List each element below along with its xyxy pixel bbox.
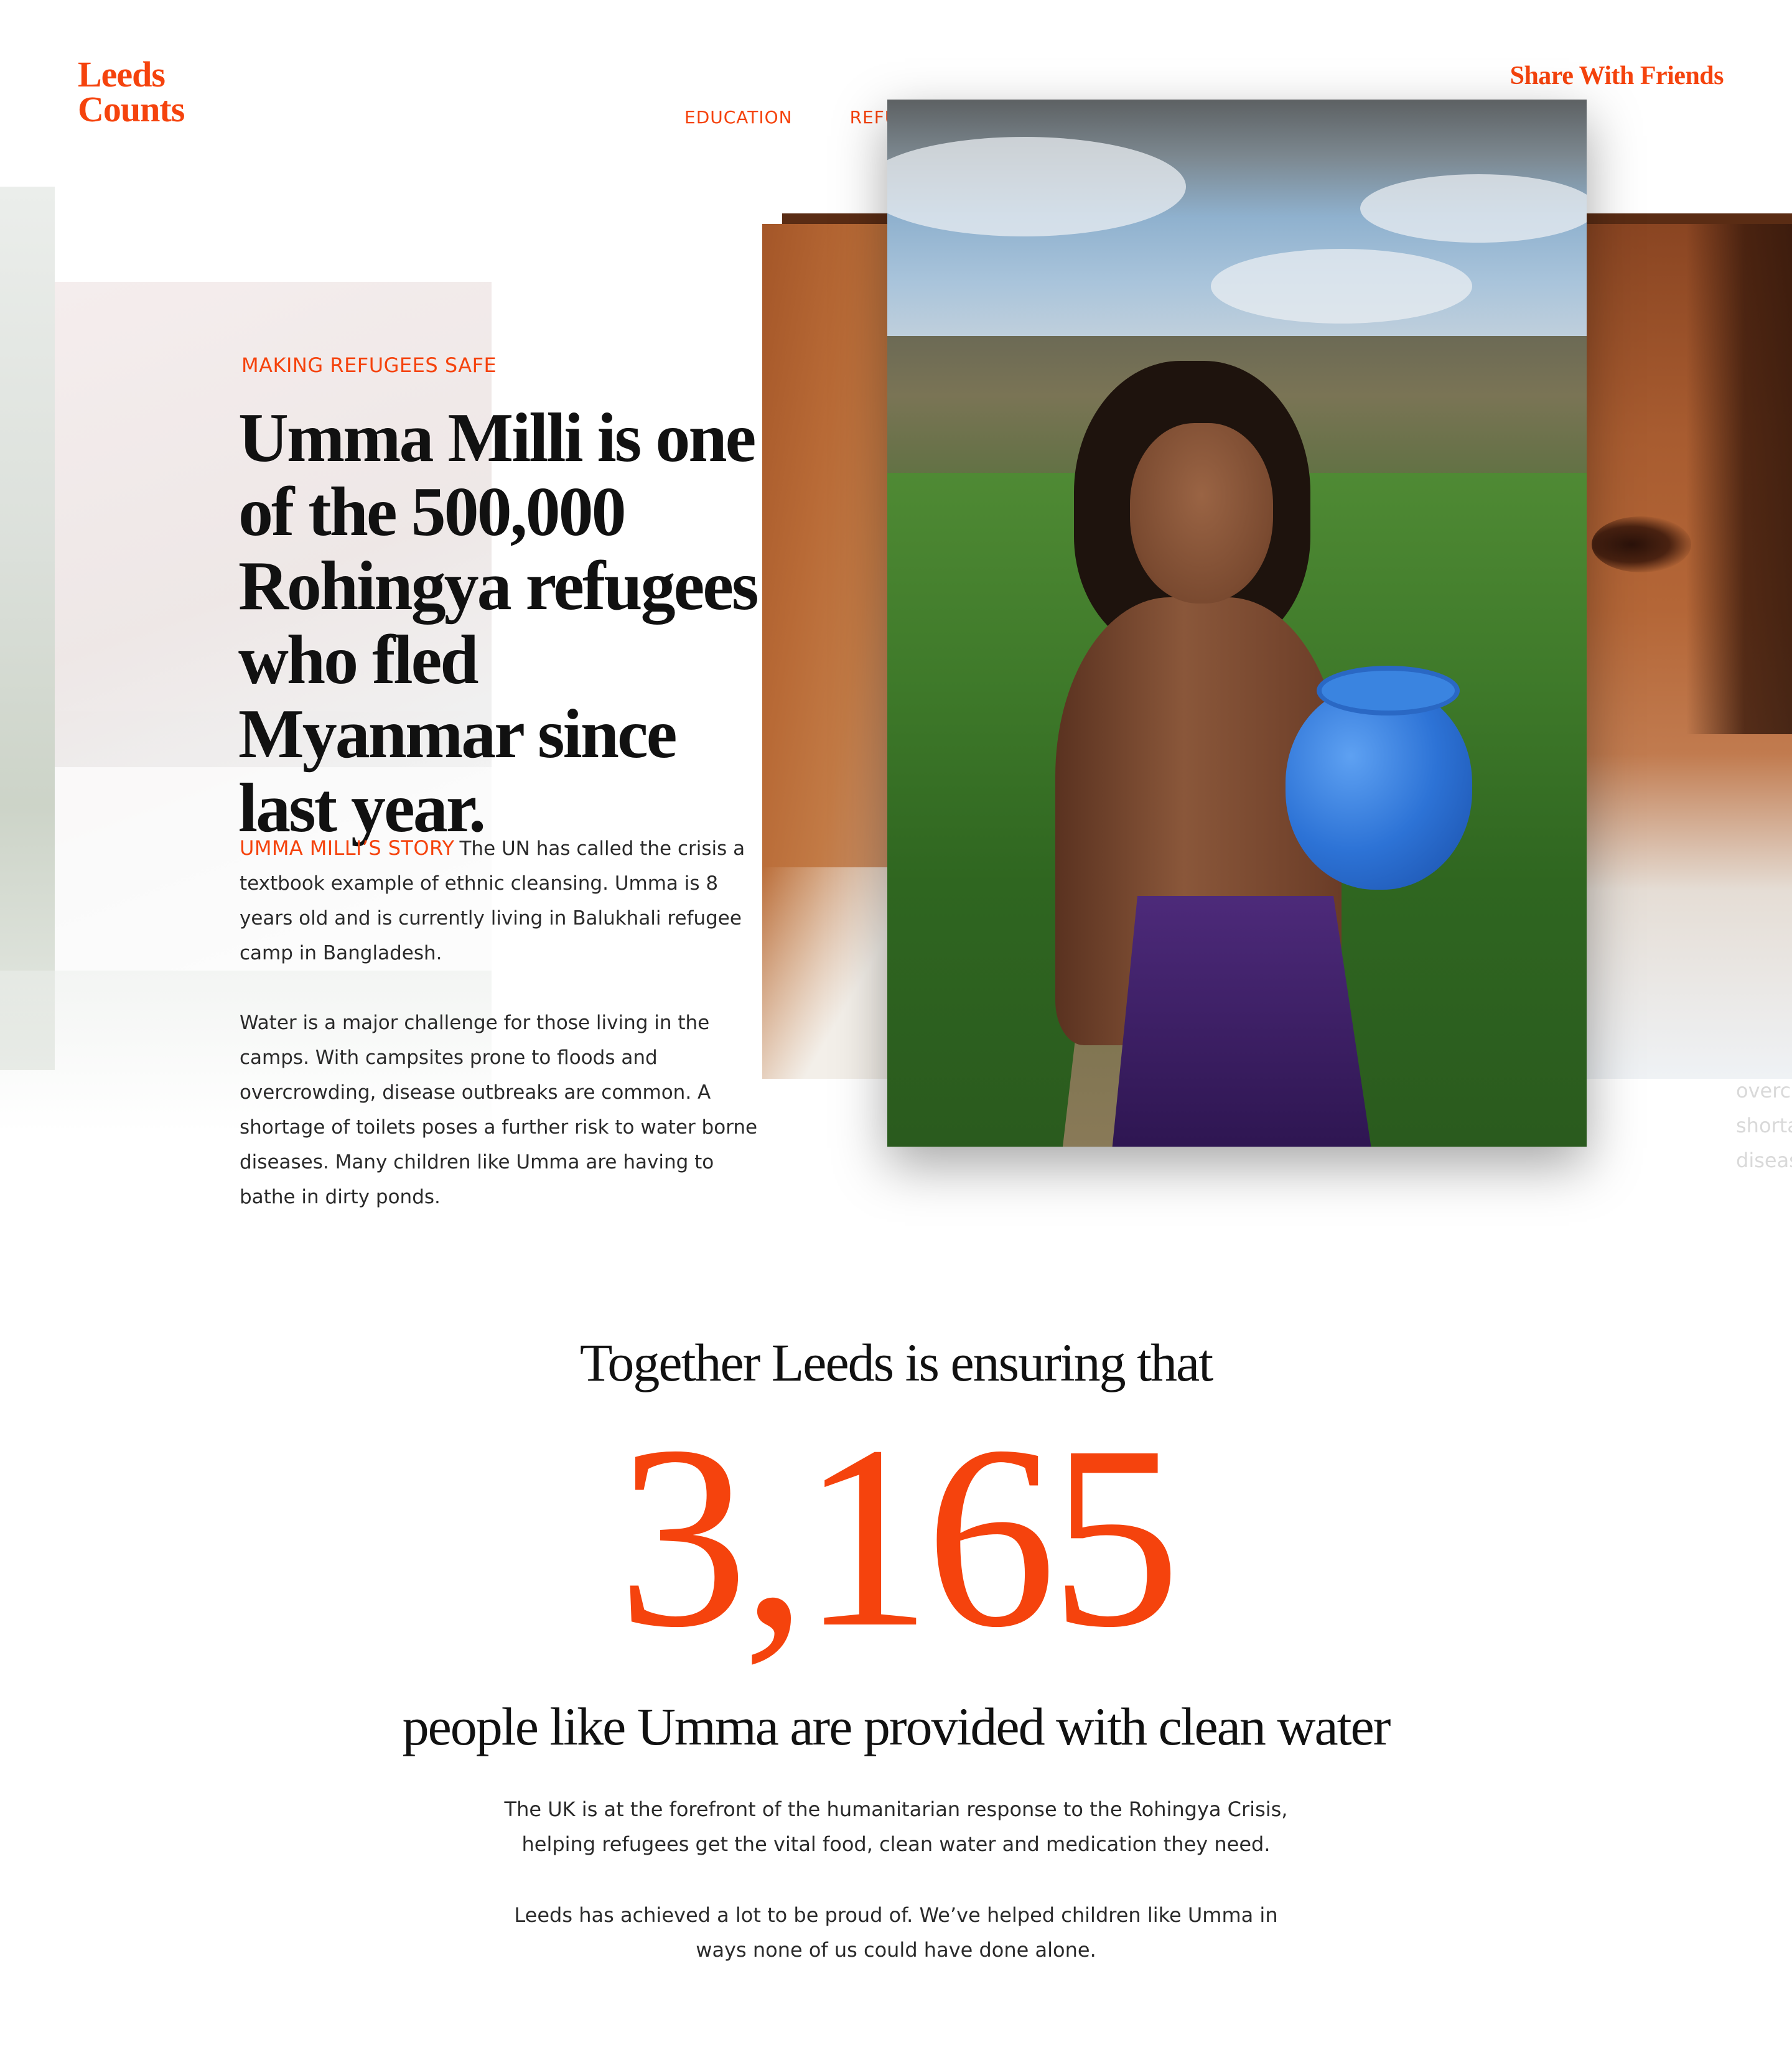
impact-paragraph-2: Leeds has achieved a lot to be proud of.… — [0, 1898, 1792, 1967]
impact-paragraph-1: The UK is at the forefront of the humani… — [0, 1792, 1792, 1862]
impact-paragraph-1-line-1: The UK is at the forefront of the humani… — [504, 1797, 1288, 1821]
story-tag: UMMA MILLI’S STORY — [240, 836, 455, 860]
main-nav: EDUCATION REFU — [684, 107, 898, 128]
photo-eye-detail — [1592, 516, 1691, 572]
faded-photo-left — [0, 187, 55, 1070]
story-kicker: MAKING REFUGEES SAFE — [241, 353, 497, 377]
overflow-line-2: shorta — [1736, 1114, 1792, 1137]
featured-photo-umma[interactable] — [887, 100, 1587, 1147]
impact-paragraph-1-line-2: helping refugees get the vital food, cle… — [521, 1832, 1271, 1856]
impact-count: 3,165 — [617, 1392, 1181, 1681]
photo-card-right[interactable] — [1580, 224, 1792, 1079]
impact-paragraph-2-line-2: ways none of us could have done alone. — [696, 1938, 1096, 1962]
impact-paragraph-2-line-1: Leeds has achieved a lot to be proud of.… — [514, 1903, 1278, 1927]
overflow-story-text: overcr shorta diseas — [1736, 1073, 1792, 1178]
story-headline: Umma Milli is one of the 500,000 Rohingy… — [238, 399, 759, 847]
photo-cloud — [1211, 249, 1472, 324]
nav-item-education[interactable]: EDUCATION — [684, 107, 793, 128]
photo-girl-skirt — [1111, 896, 1373, 1147]
photo-hair-detail — [1686, 224, 1792, 734]
logo-line-2: Counts — [78, 89, 185, 129]
photo-card-left[interactable] — [762, 224, 893, 1079]
logo-line-1: Leeds — [78, 54, 166, 95]
story-body: UMMA MILLI’S STORY The UN has called the … — [240, 831, 762, 1214]
impact-intro: Together Leeds is ensuring that — [579, 1333, 1213, 1392]
photo-water-jug-rim — [1317, 666, 1460, 715]
overflow-line-1: overcr — [1736, 1079, 1792, 1102]
story-paragraph-1: UMMA MILLI’S STORY The UN has called the … — [240, 831, 762, 971]
photo-girl-face — [1130, 423, 1273, 604]
logo[interactable]: Leeds Counts — [78, 54, 185, 129]
story-paragraph-2: Water is a major challenge for those liv… — [240, 1012, 758, 1208]
impact-outcome: people like Umma are provided with clean… — [402, 1697, 1391, 1756]
photo-cloud — [1360, 174, 1587, 243]
overflow-line-3: diseas — [1736, 1149, 1792, 1172]
share-with-friends-link[interactable]: Share With Friends — [1510, 61, 1724, 91]
